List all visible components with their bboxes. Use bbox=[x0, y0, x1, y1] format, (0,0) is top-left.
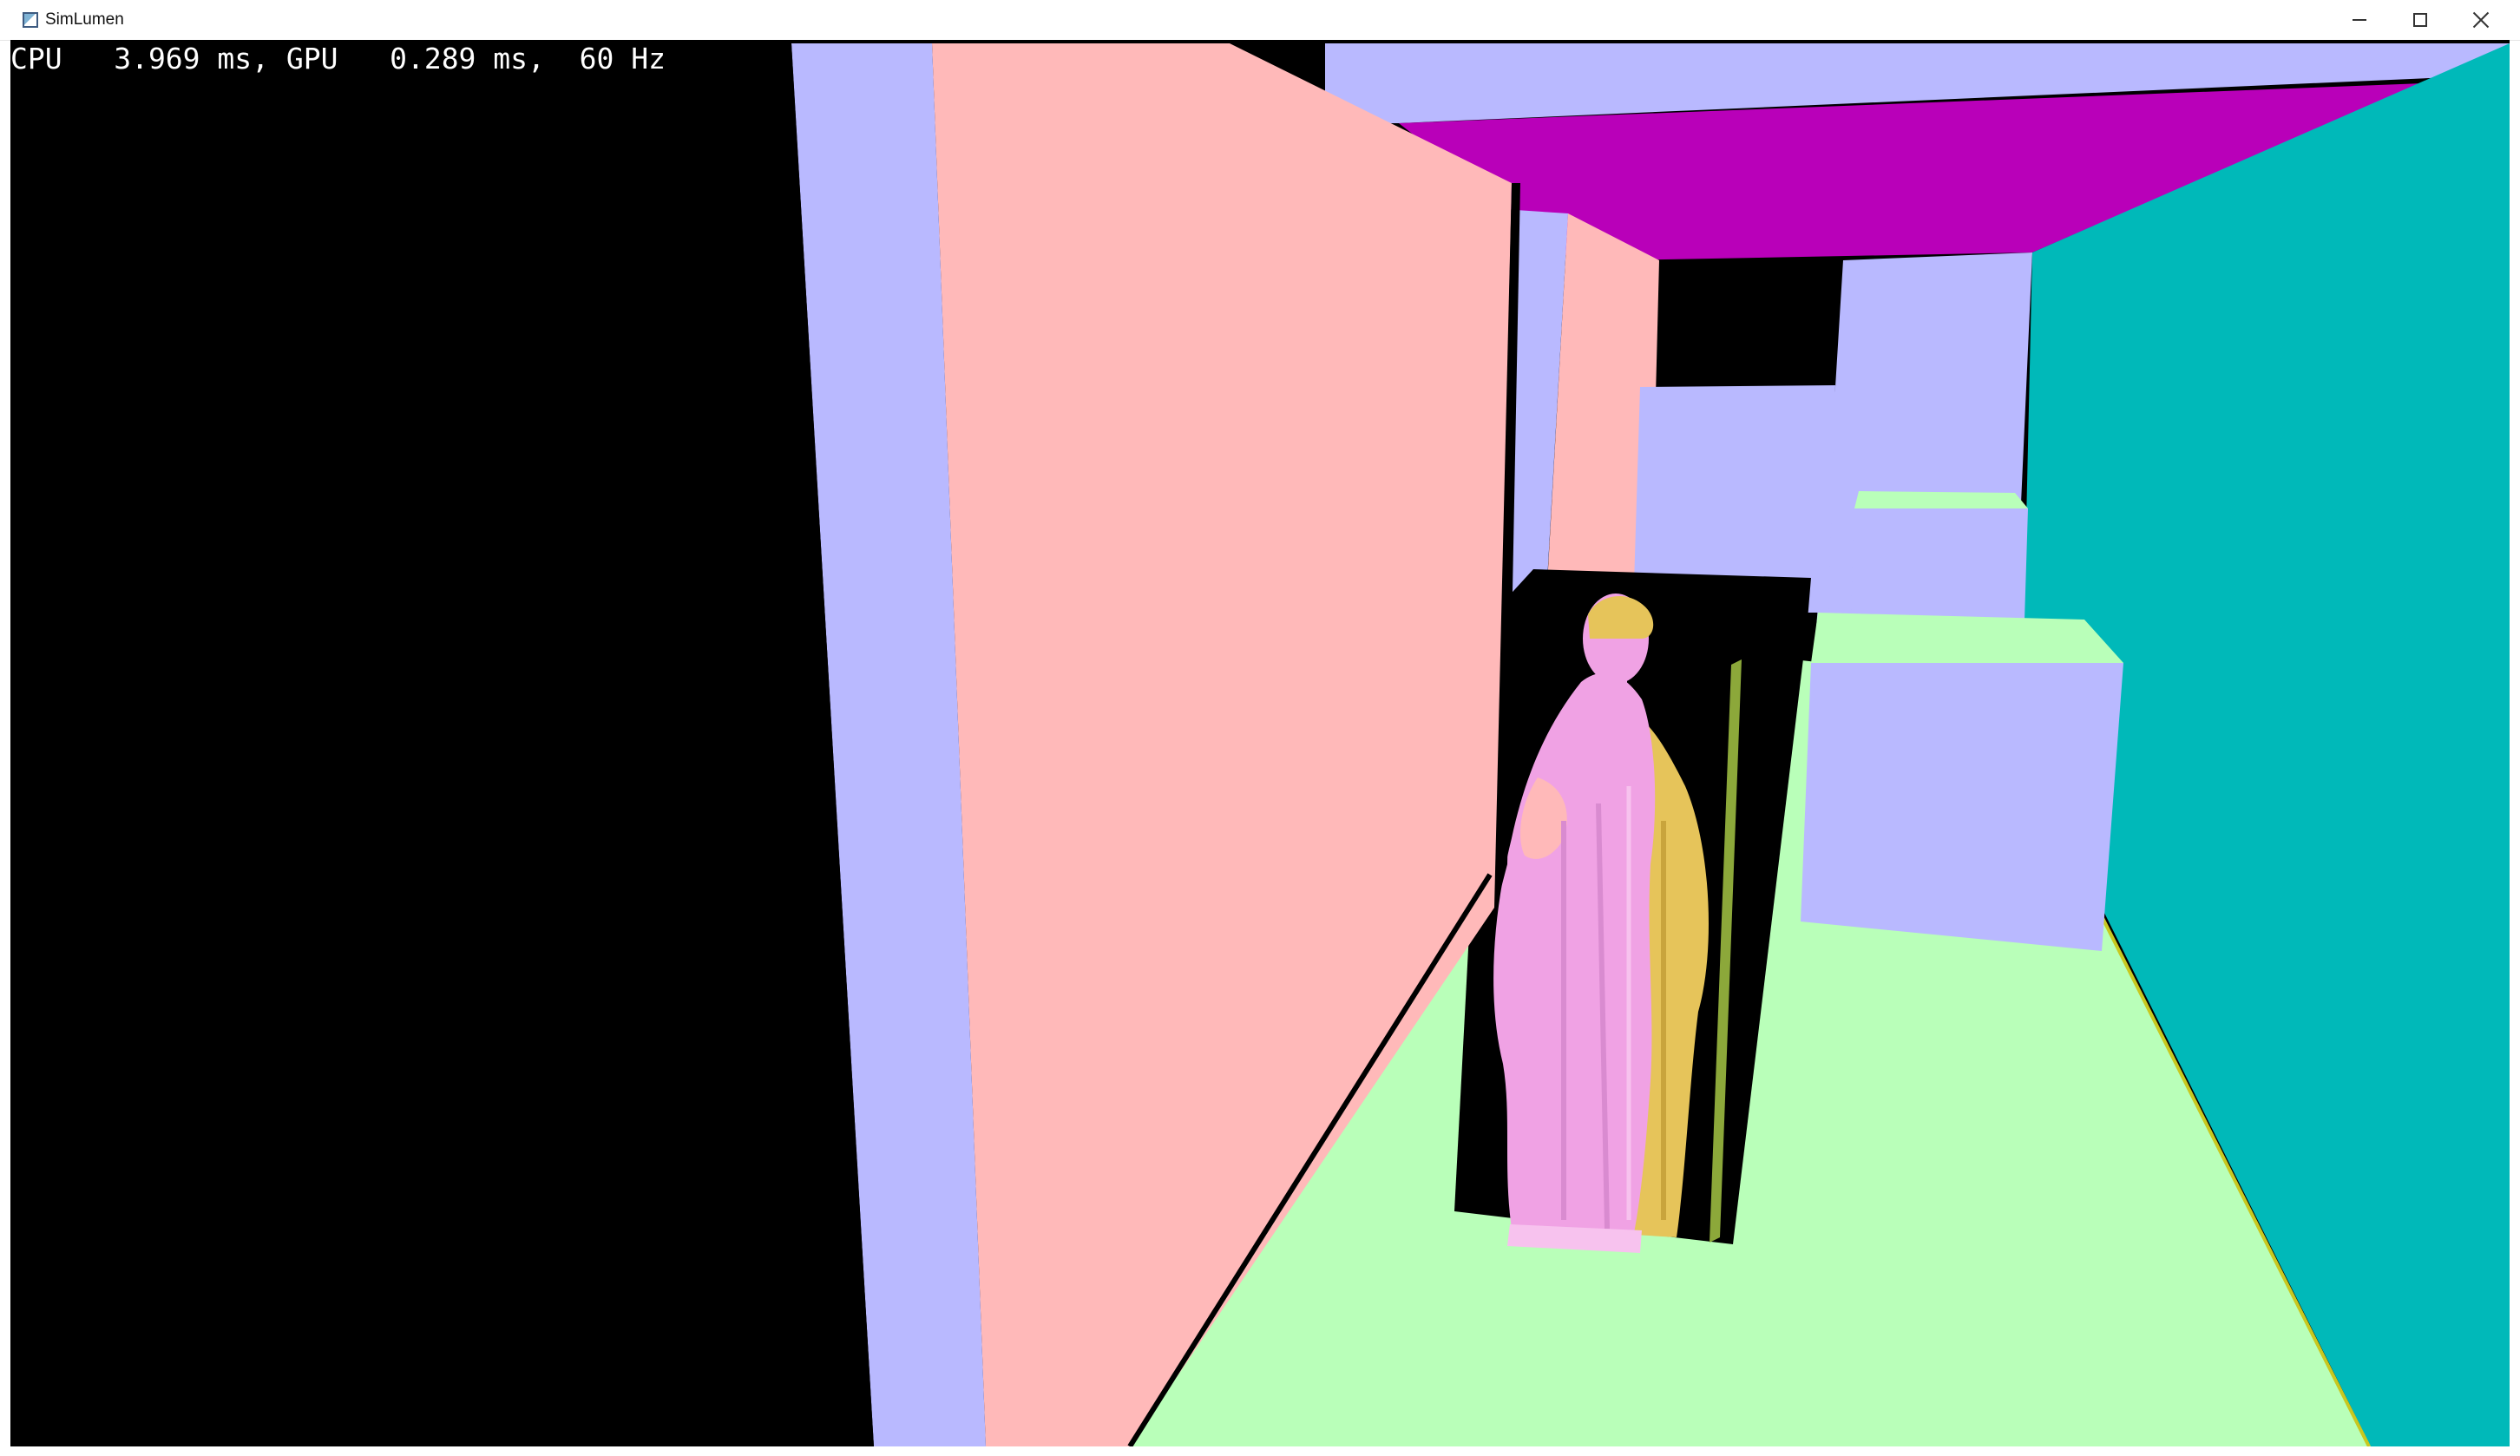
minimize-button[interactable] bbox=[2329, 0, 2390, 40]
minimize-icon bbox=[2353, 19, 2366, 21]
perf-stats-overlay: CPU 3.969 ms, GPU 0.289 ms, 60 Hz bbox=[10, 42, 666, 75]
close-button[interactable] bbox=[2451, 0, 2511, 40]
doorway-dark bbox=[1650, 260, 1843, 387]
large-cube-top bbox=[1811, 613, 2123, 663]
maximize-icon bbox=[2413, 13, 2427, 27]
maximize-button[interactable] bbox=[2390, 0, 2451, 40]
left-void bbox=[10, 43, 874, 1446]
app-icon bbox=[23, 12, 38, 28]
close-icon bbox=[2472, 11, 2490, 29]
render-viewport[interactable]: CPU 3.969 ms, GPU 0.289 ms, 60 Hz bbox=[10, 40, 2510, 1446]
app-window: SimLumen CPU 3.969 ms, GPU 0.289 ms, 60 … bbox=[0, 0, 2520, 1456]
title-bar[interactable]: SimLumen bbox=[0, 0, 2520, 41]
small-cube-top bbox=[1854, 491, 2028, 508]
large-cube-front bbox=[1801, 663, 2123, 951]
window-title: SimLumen bbox=[45, 10, 124, 29]
scene-render bbox=[10, 40, 2510, 1446]
